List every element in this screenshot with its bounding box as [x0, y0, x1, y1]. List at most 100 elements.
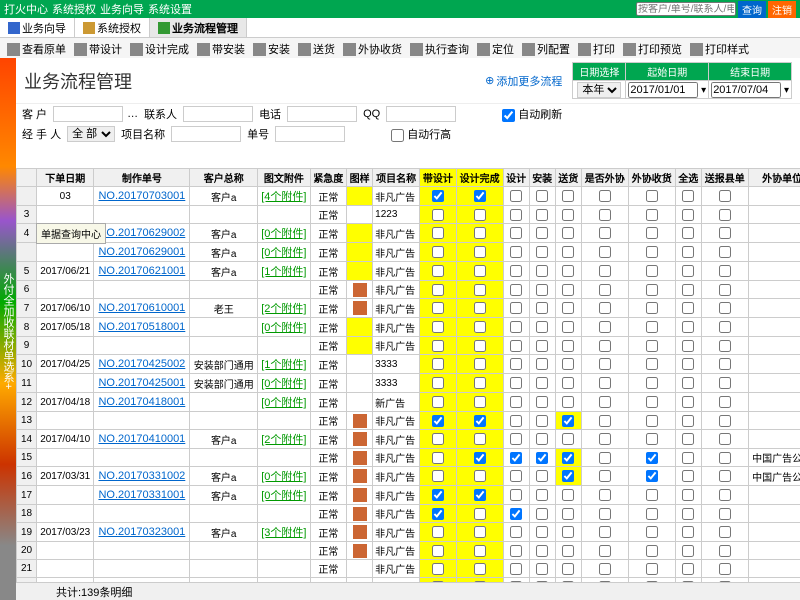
- grid-checkbox[interactable]: [432, 563, 444, 575]
- attach-link[interactable]: [4个附件]: [261, 191, 306, 203]
- col-header[interactable]: 图样: [347, 169, 373, 187]
- table-row[interactable]: 3正常1223 室内写真双面展: [17, 206, 800, 224]
- table-row[interactable]: 192017/03/23NO.20170323001客户a[3个附件]正常非凡广…: [17, 523, 800, 542]
- grid-checkbox[interactable]: [719, 321, 731, 333]
- grid-checkbox[interactable]: [536, 489, 548, 501]
- grid-checkbox[interactable]: [432, 340, 444, 352]
- grid-checkbox[interactable]: [646, 452, 658, 464]
- grid-checkbox[interactable]: [474, 470, 486, 482]
- tab-guide[interactable]: 业务向导: [0, 18, 75, 37]
- search-button[interactable]: 查询: [738, 1, 766, 18]
- attach-link[interactable]: [2个附件]: [261, 303, 306, 315]
- grid-checkbox[interactable]: [536, 452, 548, 464]
- grid-checkbox[interactable]: [536, 508, 548, 520]
- attach-link[interactable]: [0个附件]: [261, 228, 306, 240]
- grid-checkbox[interactable]: [682, 190, 694, 202]
- logout-button[interactable]: 注销: [768, 1, 796, 18]
- grid-checkbox[interactable]: [682, 508, 694, 520]
- grid-checkbox[interactable]: [719, 415, 731, 427]
- grid-checkbox[interactable]: [599, 489, 611, 501]
- grid-checkbox[interactable]: [536, 209, 548, 221]
- grid-checkbox[interactable]: [682, 227, 694, 239]
- grid-checkbox[interactable]: [510, 209, 522, 221]
- grid-checkbox[interactable]: [432, 396, 444, 408]
- grid-checkbox[interactable]: [474, 284, 486, 296]
- tab-workflow[interactable]: 业务流程管理: [150, 18, 247, 37]
- grid-checkbox[interactable]: [562, 265, 574, 277]
- col-header[interactable]: 设计: [503, 169, 529, 187]
- grid-checkbox[interactable]: [719, 526, 731, 538]
- col-header[interactable]: 是否外协: [581, 169, 628, 187]
- order-link[interactable]: NO.20170629002: [98, 227, 185, 239]
- grid-checkbox[interactable]: [536, 545, 548, 557]
- grid-checkbox[interactable]: [432, 526, 444, 538]
- grid-checkbox[interactable]: [536, 227, 548, 239]
- col-header[interactable]: 全选: [675, 169, 701, 187]
- col-header[interactable]: 送报县单: [701, 169, 748, 187]
- grid-checkbox[interactable]: [432, 358, 444, 370]
- start-date-input[interactable]: [628, 82, 698, 98]
- table-row[interactable]: 17NO.20170331001客户a[0个附件]正常非凡广告超级用户未指定方法…: [17, 486, 800, 505]
- grid-checkbox[interactable]: [682, 246, 694, 258]
- grid-checkbox[interactable]: [646, 489, 658, 501]
- grid-checkbox[interactable]: [599, 377, 611, 389]
- table-row[interactable]: 9正常非凡广告超级用户未指定 室内写真轻胶: [17, 337, 800, 355]
- grid-checkbox[interactable]: [719, 452, 731, 464]
- grid-checkbox[interactable]: [432, 227, 444, 239]
- grid-checkbox[interactable]: [646, 470, 658, 482]
- order-link[interactable]: NO.20170410001: [98, 433, 185, 445]
- grid-checkbox[interactable]: [599, 284, 611, 296]
- grid-checkbox[interactable]: [646, 526, 658, 538]
- grid-checkbox[interactable]: [474, 489, 486, 501]
- grid-checkbox[interactable]: [510, 321, 522, 333]
- grid-checkbox[interactable]: [474, 545, 486, 557]
- grid-checkbox[interactable]: [510, 284, 522, 296]
- grid-checkbox[interactable]: [510, 415, 522, 427]
- grid-checkbox[interactable]: [474, 415, 486, 427]
- grid-checkbox[interactable]: [599, 452, 611, 464]
- grid-checkbox[interactable]: [474, 265, 486, 277]
- col-header[interactable]: 设计完成: [456, 169, 503, 187]
- qq-input[interactable]: [386, 106, 456, 122]
- grid-checkbox[interactable]: [562, 433, 574, 445]
- grid-checkbox[interactable]: [646, 358, 658, 370]
- grid-checkbox[interactable]: [510, 545, 522, 557]
- table-row[interactable]: 13正常非凡广告超级用户未指定方法 2017-04-11 15:58临时部署re: [17, 412, 800, 430]
- col-header[interactable]: 送货: [555, 169, 581, 187]
- grid-checkbox[interactable]: [562, 526, 574, 538]
- toolbar-11[interactable]: 打印预览: [620, 40, 685, 58]
- grid-checkbox[interactable]: [599, 526, 611, 538]
- grid-checkbox[interactable]: [646, 246, 658, 258]
- grid-checkbox[interactable]: [536, 190, 548, 202]
- grid-checkbox[interactable]: [599, 433, 611, 445]
- grid-checkbox[interactable]: [536, 563, 548, 575]
- grid-checkbox[interactable]: [682, 377, 694, 389]
- grid-checkbox[interactable]: [562, 358, 574, 370]
- grid-checkbox[interactable]: [536, 396, 548, 408]
- grid-checkbox[interactable]: [646, 415, 658, 427]
- order-link[interactable]: NO.20170610001: [98, 302, 185, 314]
- grid-checkbox[interactable]: [599, 246, 611, 258]
- grid-checkbox[interactable]: [646, 433, 658, 445]
- grid-checkbox[interactable]: [562, 563, 574, 575]
- grid-checkbox[interactable]: [599, 340, 611, 352]
- table-row[interactable]: 18正常非凡广告超级用户未指定方法 室内写真轻胶: [17, 505, 800, 523]
- auto-refresh-check[interactable]: [502, 109, 515, 122]
- customer-input[interactable]: [53, 106, 123, 122]
- grid-checkbox[interactable]: [536, 246, 548, 258]
- grid-checkbox[interactable]: [719, 508, 731, 520]
- order-link[interactable]: NO.20170418001: [98, 396, 185, 408]
- grid-checkbox[interactable]: [510, 396, 522, 408]
- grid-checkbox[interactable]: [646, 377, 658, 389]
- attach-link[interactable]: [0个附件]: [261, 247, 306, 259]
- table-row[interactable]: 102017/04/25NO.20170425002安装部门通用[1个附件]正常…: [17, 355, 800, 374]
- sidebar-nav[interactable]: 外付全加收联材单选系+: [0, 58, 16, 600]
- grid-checkbox[interactable]: [432, 508, 444, 520]
- grid-checkbox[interactable]: [682, 415, 694, 427]
- grid-checkbox[interactable]: [719, 302, 731, 314]
- order-link[interactable]: NO.20170331002: [98, 470, 185, 482]
- table-row[interactable]: 03NO.20170703001客户a[4个附件]正常非凡广告超级用户未指定方法…: [17, 187, 800, 206]
- project-input[interactable]: [171, 126, 241, 142]
- grid-checkbox[interactable]: [510, 302, 522, 314]
- grid-checkbox[interactable]: [562, 489, 574, 501]
